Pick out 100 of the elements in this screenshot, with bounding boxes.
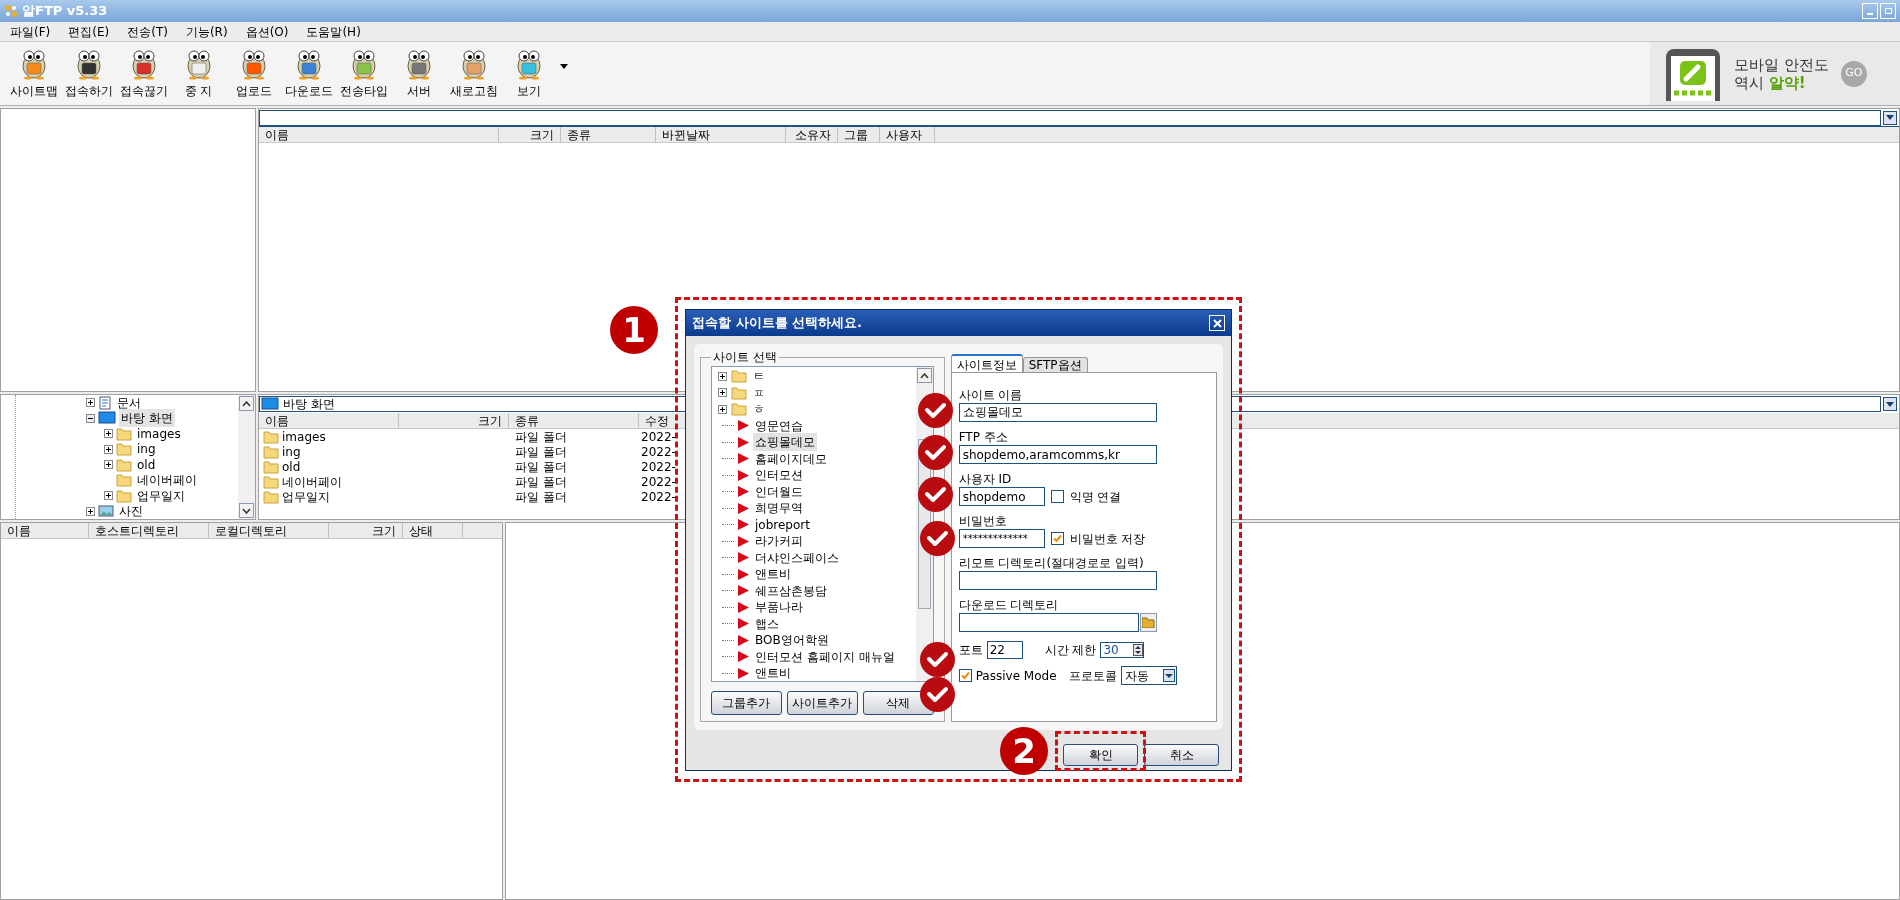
ftp-address-field[interactable]: shopdemo,aramcomms,kr bbox=[958, 445, 1157, 464]
tree-item[interactable]: ㅍ bbox=[751, 383, 767, 402]
site-name-field[interactable]: 쇼핑몰데모 bbox=[958, 403, 1157, 422]
tree-item[interactable]: 영문연습 bbox=[753, 416, 805, 435]
column-header[interactable]: 그룹 bbox=[838, 127, 880, 142]
column-header[interactable]: 사용자 bbox=[880, 127, 935, 142]
column-header[interactable]: 크기 bbox=[399, 413, 509, 428]
column-header[interactable]: 이름 bbox=[1, 523, 89, 538]
toolbar-button[interactable]: 새로고침 bbox=[446, 47, 501, 100]
column-header[interactable]: 상태 bbox=[403, 523, 463, 538]
dialog-button[interactable]: 그룹추가 bbox=[711, 691, 782, 715]
expand-icon[interactable] bbox=[104, 429, 113, 439]
tree-item[interactable]: 홈페이지데모 bbox=[753, 449, 829, 468]
menu-item[interactable]: 전송(T) bbox=[127, 22, 168, 41]
toolbar-button[interactable]: 중 지 bbox=[171, 47, 226, 100]
password-field[interactable]: ************* bbox=[958, 529, 1045, 548]
tree-item[interactable]: 앤트비 bbox=[753, 664, 793, 681]
tree-item[interactable]: 문서 bbox=[115, 395, 143, 412]
toolbar-button[interactable]: 서버 bbox=[391, 47, 446, 100]
expand-icon[interactable] bbox=[718, 404, 727, 414]
field-label: 비밀번호 bbox=[958, 513, 1008, 529]
ad-banner[interactable]: 모바일 안전도 역시 알약! GO bbox=[1650, 42, 1900, 105]
column-header[interactable]: 이름 bbox=[259, 413, 399, 428]
toolbar-button[interactable]: 사이트맵 bbox=[6, 47, 61, 100]
phone-app-icon bbox=[1664, 46, 1722, 101]
toolbar-button[interactable]: 접속하기 bbox=[61, 47, 116, 100]
expand-icon[interactable] bbox=[718, 388, 727, 398]
menu-item[interactable]: 도움말(H) bbox=[306, 22, 361, 41]
dropdown-button[interactable] bbox=[1883, 397, 1897, 411]
remote-directory-field[interactable] bbox=[958, 571, 1157, 590]
column-header[interactable]: 종류 bbox=[561, 127, 656, 142]
toolbar-button[interactable]: 전송타입 bbox=[336, 47, 391, 100]
folder-icon bbox=[116, 473, 132, 488]
triangle-icon bbox=[738, 486, 749, 498]
tree-item[interactable]: 바탕 화면 bbox=[119, 409, 175, 428]
tree-item[interactable]: 인더월드 bbox=[753, 482, 805, 501]
menu-item[interactable]: 편집(E) bbox=[68, 22, 110, 41]
close-button[interactable] bbox=[1209, 315, 1225, 331]
tree-item[interactable]: 앤트비 bbox=[753, 565, 793, 584]
toolbar-button[interactable]: 접속끊기 bbox=[116, 47, 171, 100]
dialog-button[interactable]: 확인 bbox=[1063, 744, 1138, 766]
menu-item[interactable]: 옵션(O) bbox=[245, 22, 289, 41]
column-header[interactable]: 크기 bbox=[499, 127, 561, 142]
column-header[interactable]: 바뀐날짜 bbox=[656, 127, 786, 142]
scroll-up-button[interactable] bbox=[916, 368, 932, 383]
toolbar-button[interactable]: 업로드 bbox=[226, 47, 281, 100]
dropdown-button[interactable] bbox=[1883, 110, 1897, 125]
tree-item[interactable]: 더샤인스페이스 bbox=[753, 548, 841, 567]
table-cell-text: 2022- bbox=[640, 443, 677, 461]
user-id-field[interactable]: shopdemo bbox=[958, 487, 1045, 506]
scroll-down-button[interactable] bbox=[239, 503, 254, 518]
menu-item[interactable]: 파일(F) bbox=[10, 22, 51, 41]
tab[interactable]: SFTP옵션 bbox=[1022, 357, 1088, 372]
tree-item[interactable]: 인터모션 bbox=[753, 466, 805, 485]
tree-item[interactable]: 쇼핑몰데모 bbox=[753, 433, 817, 452]
tree-item[interactable]: ㅎ bbox=[751, 400, 767, 419]
scroll-up-button[interactable] bbox=[239, 396, 254, 411]
tab[interactable]: 사이트정보 bbox=[950, 354, 1023, 372]
dialog-button[interactable]: 사이트추가 bbox=[786, 691, 858, 715]
checkbox[interactable] bbox=[1050, 532, 1064, 545]
tree-item[interactable]: 햅스 bbox=[753, 614, 781, 633]
expand-icon[interactable] bbox=[86, 398, 95, 408]
expand-icon[interactable] bbox=[104, 491, 113, 501]
column-header[interactable]: 로컬디렉토리 bbox=[209, 523, 329, 538]
toolbar-button[interactable]: 다운로드 bbox=[281, 47, 336, 100]
expand-icon[interactable] bbox=[104, 444, 113, 454]
tree-item[interactable]: 인터모션 홈페이지 매뉴얼 bbox=[753, 647, 897, 666]
tree-item[interactable]: 부품나라 bbox=[753, 598, 805, 617]
protocol-select[interactable]: 자동 bbox=[1120, 666, 1177, 685]
checkbox-label: Passive Mode bbox=[975, 667, 1057, 685]
tree-item[interactable]: 라가커피 bbox=[753, 532, 805, 551]
expand-icon[interactable] bbox=[104, 460, 113, 470]
close-icon bbox=[1212, 318, 1222, 328]
column-header[interactable]: 이름 bbox=[259, 127, 499, 142]
collapse-icon[interactable] bbox=[86, 413, 95, 423]
dropdown-arrow-icon[interactable] bbox=[560, 64, 568, 69]
column-header[interactable]: 소유자 bbox=[786, 127, 838, 142]
table-cell-text: 파일 폴더 bbox=[514, 428, 568, 446]
column-header[interactable]: 크기 bbox=[329, 523, 403, 538]
expand-icon[interactable] bbox=[86, 506, 95, 516]
checkbox[interactable] bbox=[958, 669, 972, 682]
tree-item[interactable]: jobreport bbox=[753, 515, 812, 534]
download-directory-field[interactable] bbox=[958, 613, 1139, 632]
path-field[interactable] bbox=[259, 109, 1881, 126]
tree-item[interactable]: 사진 bbox=[117, 502, 145, 519]
tree-item[interactable]: 희명무역 bbox=[753, 499, 805, 518]
scrollbar[interactable] bbox=[238, 395, 255, 519]
tree-item[interactable]: ㅌ bbox=[751, 367, 767, 386]
toolbar-button[interactable]: 보기 bbox=[501, 47, 556, 100]
timeout-spinner[interactable]: 30 bbox=[1100, 642, 1145, 658]
checkbox[interactable] bbox=[1050, 490, 1064, 503]
column-header[interactable]: 종류 bbox=[509, 413, 639, 428]
port-field[interactable]: 22 bbox=[986, 641, 1023, 659]
browse-folder-button[interactable] bbox=[1139, 613, 1157, 632]
menu-item[interactable]: 기능(R) bbox=[185, 22, 228, 41]
tree-item[interactable]: 쉐프삼촌봉담 bbox=[753, 581, 829, 600]
tree-item[interactable]: BOB영어학원 bbox=[753, 631, 831, 650]
expand-icon[interactable] bbox=[718, 371, 727, 381]
dialog-button[interactable]: 취소 bbox=[1144, 744, 1219, 766]
column-header[interactable]: 호스트디렉토리 bbox=[89, 523, 209, 538]
